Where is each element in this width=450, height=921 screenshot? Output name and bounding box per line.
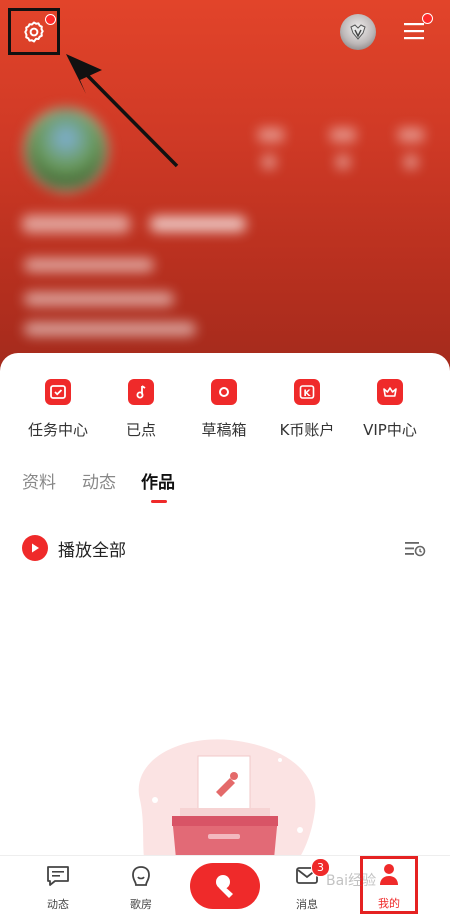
shortcut-row: 任务中心 已点 草稿箱 K K币账户 VIP中心 xyxy=(0,379,450,449)
feed-icon xyxy=(47,866,69,886)
avatar-icon xyxy=(350,24,366,40)
shortcut-task-center[interactable]: 任务中心 xyxy=(18,379,98,440)
shortcut-k-coin-account[interactable]: K K币账户 xyxy=(267,379,347,440)
unread-badge: 3 xyxy=(311,858,330,877)
notification-dot xyxy=(422,13,433,24)
nav-mine[interactable]: 我的 xyxy=(360,856,418,914)
sort-button[interactable] xyxy=(403,538,427,560)
bottom-navigation: 动态 歌房 3 消息 我的 xyxy=(0,855,450,921)
nav-sing-button[interactable] xyxy=(190,863,260,909)
sing-icon xyxy=(216,875,233,898)
profile-icon xyxy=(380,864,398,885)
nav-karaoke-room[interactable]: 歌房 xyxy=(111,864,171,912)
nav-feed[interactable]: 动态 xyxy=(28,864,88,912)
svg-text:K: K xyxy=(304,389,312,399)
play-all-button[interactable]: 播放全部 xyxy=(22,535,126,561)
shortcut-played-songs[interactable]: 已点 xyxy=(101,379,181,440)
draft-box-icon xyxy=(211,379,237,405)
profile-header xyxy=(0,0,450,380)
play-icon xyxy=(22,535,48,561)
gear-icon xyxy=(24,21,44,42)
shortcut-vip-center[interactable]: VIP中心 xyxy=(350,379,430,440)
content-panel: 任务中心 已点 草稿箱 K K币账户 VIP中心 资料 动态 作品 播放全部 xyxy=(0,353,450,920)
tab-feed[interactable]: 动态 xyxy=(82,468,116,493)
settings-button[interactable] xyxy=(8,8,60,55)
tab-profile-info[interactable]: 资料 xyxy=(22,468,56,493)
nav-messages[interactable]: 3 消息 xyxy=(277,858,337,912)
crown-icon xyxy=(377,379,403,405)
user-avatar-button[interactable] xyxy=(340,14,376,50)
list-settings-icon xyxy=(405,542,426,557)
tab-works[interactable]: 作品 xyxy=(141,468,175,493)
menu-button[interactable] xyxy=(402,13,433,44)
active-tab-indicator xyxy=(151,500,167,503)
blurred-profile-info xyxy=(0,0,450,380)
profile-avatar xyxy=(24,108,108,192)
microphone-icon xyxy=(132,866,150,886)
k-coin-icon: K xyxy=(294,379,320,405)
task-center-icon xyxy=(45,379,71,405)
music-note-icon xyxy=(128,379,154,405)
shortcut-drafts[interactable]: 草稿箱 xyxy=(184,379,264,440)
notification-dot xyxy=(45,14,56,25)
